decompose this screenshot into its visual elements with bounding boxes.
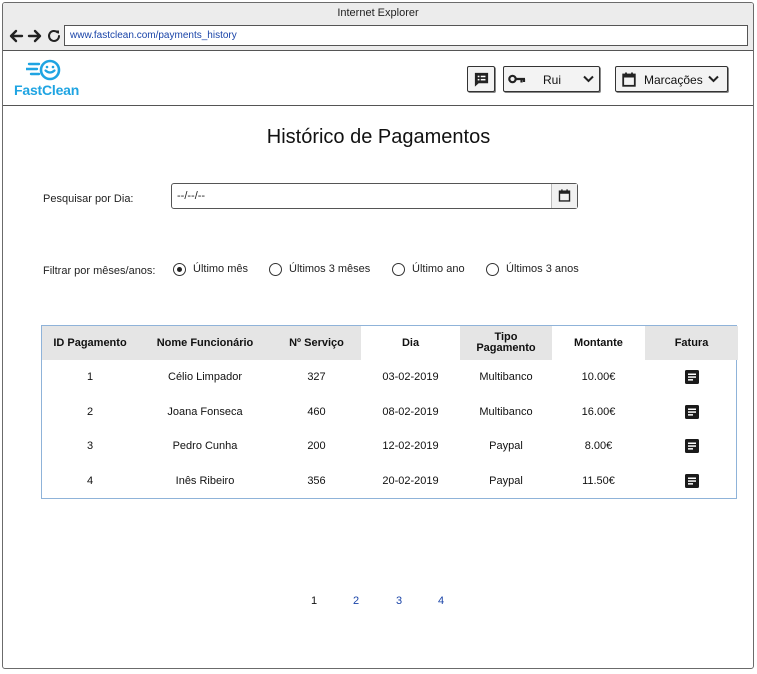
messages-button[interactable]	[467, 66, 495, 92]
calendar-picker-button[interactable]	[551, 184, 577, 208]
table-cell: 4	[86, 474, 94, 487]
radio-label: Últimos 3 anos	[506, 263, 579, 275]
radio-label: Último mês	[193, 263, 249, 275]
invoice-cell	[645, 429, 738, 464]
col-header-employee: Nome Funcionário	[138, 326, 272, 360]
document-icon[interactable]	[684, 439, 699, 454]
table-row: 4 Inês Ribeiro 356 20-02-2019 Paypal 11.50€	[42, 464, 738, 499]
table-cell: 10.00€	[581, 371, 616, 384]
radio-circle[interactable]	[486, 263, 499, 276]
app-header: FastClean Rui Marcações	[3, 52, 753, 106]
table-row: 1 Célio Limpador 327 03-02-2019 Multibanco 10…	[42, 360, 738, 395]
table-cell: Inês Ribeiro	[175, 474, 235, 487]
radio-label: Últimos 3 mêses	[289, 263, 371, 275]
key-icon	[508, 74, 526, 84]
table-cell: 1	[86, 371, 94, 384]
user-menu-button[interactable]: Rui	[503, 66, 600, 92]
col-header-service: Nº Serviço	[272, 326, 361, 360]
chevron-down-icon	[583, 75, 594, 83]
col-header-payment-type: Tipo Pagamento	[460, 326, 552, 360]
page-link[interactable]: 1	[311, 595, 317, 607]
browser-title: Internet Explorer	[3, 3, 753, 23]
bookings-label: Marcações	[644, 73, 703, 87]
fastclean-logo[interactable]: FastClean	[14, 58, 89, 98]
browser-navbar: www.fastclean.com/payments_history	[3, 23, 753, 51]
table-cell: Célio Limpador	[168, 371, 242, 384]
back-arrow-icon[interactable]	[8, 28, 24, 44]
search-label: Pesquisar por Dia:	[43, 193, 134, 205]
invoice-cell	[645, 464, 738, 499]
col-header-payment-type-text: Tipo Pagamento	[476, 331, 536, 354]
document-icon[interactable]	[684, 404, 699, 419]
calendar-icon	[622, 72, 636, 87]
logo-text: FastClean	[14, 82, 80, 98]
message-list-icon	[474, 72, 489, 87]
table-cell: 08-02-2019	[382, 405, 439, 418]
table-cell: Multibanco	[479, 371, 533, 384]
filter-label: Filtrar por mêses/anos:	[43, 265, 156, 277]
table-cell: 460	[307, 405, 326, 418]
table-row: 3 Pedro Cunha 200 12-02-2019 Paypal 8.00€	[42, 429, 738, 464]
forward-arrow-icon[interactable]	[27, 28, 43, 44]
table-cell: 16.00€	[581, 405, 616, 418]
document-icon[interactable]	[684, 473, 699, 488]
date-search-input[interactable]: --/--/--	[171, 183, 578, 209]
user-name: Rui	[543, 73, 562, 87]
table-cell: 3	[86, 440, 94, 453]
address-bar[interactable]: www.fastclean.com/payments_history	[64, 25, 748, 46]
table-cell: 356	[307, 474, 326, 487]
page-link[interactable]: 2	[353, 595, 359, 607]
calendar-icon	[558, 189, 571, 202]
table-cell: 8.00€	[584, 440, 613, 453]
payments-table: ID Pagamento Nome Funcionário Nº Serviço…	[41, 325, 738, 499]
invoice-cell	[645, 395, 738, 430]
bookings-menu-button[interactable]: Marcações	[615, 66, 728, 92]
table-cell: Paypal	[489, 474, 523, 487]
table-cell: Joana Fonseca	[167, 405, 243, 418]
radio-label: Último ano	[412, 263, 465, 275]
invoice-cell	[645, 360, 738, 395]
radio-circle[interactable]	[269, 263, 282, 276]
col-header-day: Dia	[401, 336, 420, 349]
reload-icon[interactable]	[46, 28, 62, 44]
table-row: 2 Joana Fonseca 460 08-02-2019 Multibanco 16.…	[42, 395, 738, 430]
table-cell: 2	[86, 405, 94, 418]
page-title: Histórico de Pagamentos	[266, 126, 491, 148]
table-cell: 200	[307, 440, 326, 453]
radio-circle[interactable]	[173, 263, 186, 276]
col-header-invoice: Fatura	[645, 326, 738, 360]
col-header-id: ID Pagamento	[42, 326, 138, 360]
page-link[interactable]: 4	[438, 595, 444, 607]
col-header-amount: Montante	[574, 336, 623, 349]
table-cell: 327	[307, 371, 326, 384]
date-value: --/--/--	[177, 190, 206, 202]
document-icon[interactable]	[684, 370, 699, 385]
page-link[interactable]: 3	[396, 595, 402, 607]
radio-circle[interactable]	[392, 263, 405, 276]
table-cell: 12-02-2019	[382, 440, 439, 453]
table-header-row: ID Pagamento Nome Funcionário Nº Serviço…	[42, 326, 738, 360]
table-cell: Paypal	[489, 440, 523, 453]
table-cell: 11.50€	[582, 474, 615, 487]
table-cell: 03-02-2019	[382, 371, 439, 384]
table-cell: Pedro Cunha	[172, 440, 238, 453]
table-cell: Multibanco	[479, 405, 533, 418]
chevron-down-icon	[708, 75, 719, 83]
table-cell: 20-02-2019	[382, 474, 439, 487]
